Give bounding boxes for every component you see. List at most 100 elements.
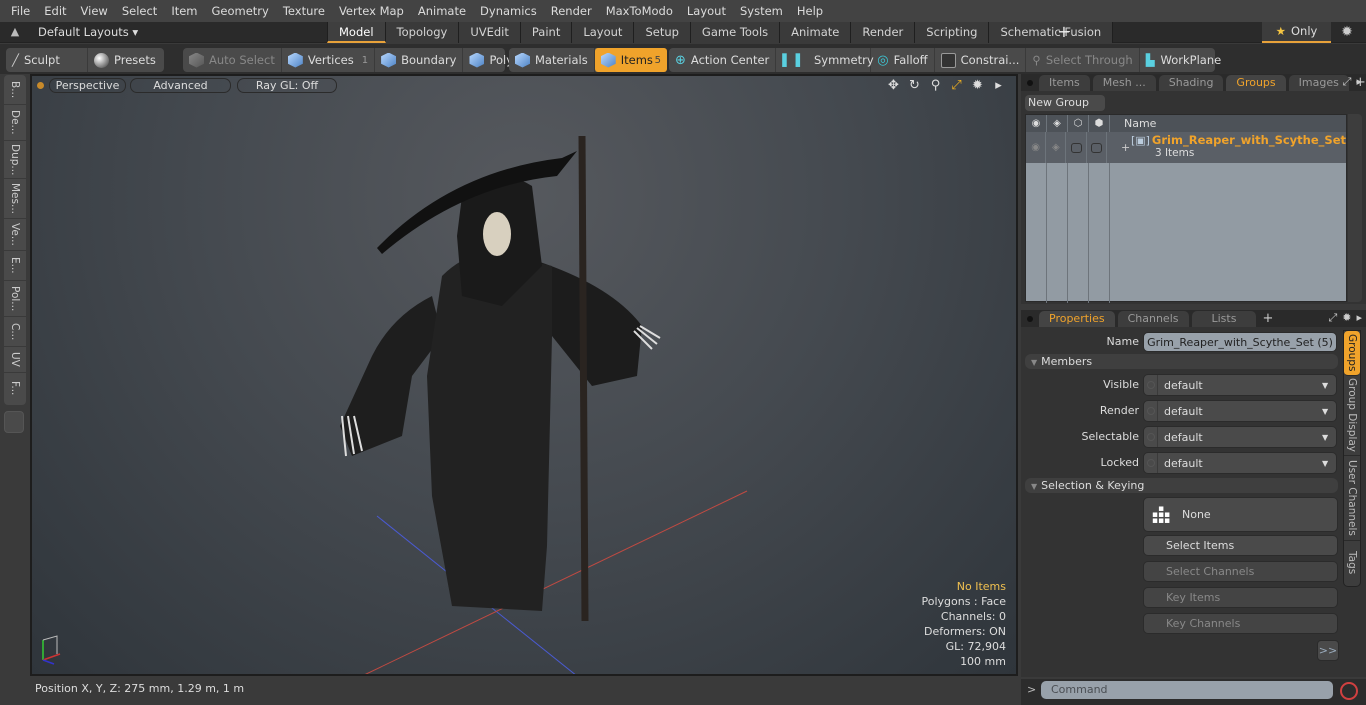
tab-uvedit[interactable]: UVEdit <box>459 22 521 43</box>
tab-schematic-fusion[interactable]: Schematic Fusion <box>989 22 1114 43</box>
tab-scripting[interactable]: Scripting <box>915 22 990 43</box>
tab-paint[interactable]: Paint <box>520 22 573 43</box>
selection-keying-section[interactable]: ▼ Selection & Keying <box>1025 478 1338 493</box>
sculpt-button[interactable]: ╱ Sculpt <box>6 48 88 72</box>
tab-channels[interactable]: Channels <box>1117 311 1189 327</box>
left-tab-1[interactable]: B... <box>4 75 26 105</box>
presets-button[interactable]: Presets <box>88 48 162 72</box>
eye-icon[interactable]: ◉ <box>1026 115 1047 132</box>
side-tab-tags[interactable]: Tags <box>1344 541 1360 585</box>
tab-items[interactable]: Items <box>1039 75 1090 91</box>
menu-edit[interactable]: Edit <box>37 0 73 22</box>
constraints-button[interactable]: Constrai... <box>935 48 1027 72</box>
tab-setup[interactable]: Setup <box>634 22 691 43</box>
render-dropdown[interactable]: default ▼ <box>1143 400 1337 422</box>
menu-item[interactable]: Item <box>164 0 204 22</box>
layouts-dropdown[interactable]: Default Layouts ▾ <box>38 22 138 43</box>
menu-texture[interactable]: Texture <box>276 0 332 22</box>
lock-cube-icon[interactable]: ⬡ <box>1068 115 1089 132</box>
arrow-right-icon[interactable]: ▸ <box>1356 75 1362 89</box>
key-items-button[interactable]: Key Items <box>1143 587 1338 608</box>
left-tab-9[interactable]: UV <box>4 347 26 373</box>
name-field[interactable]: Grim_Reaper_with_Scythe_Set (5) <box>1143 332 1337 352</box>
gear-icon[interactable]: ✹ <box>1338 24 1356 42</box>
command-input[interactable]: Command <box>1041 681 1333 699</box>
menu-geometry[interactable]: Geometry <box>205 0 276 22</box>
visible-dropdown[interactable]: default ▼ <box>1143 374 1337 396</box>
record-icon[interactable] <box>1340 682 1358 700</box>
groups-scrollbar[interactable] <box>1348 114 1362 302</box>
only-button[interactable]: ★ Only <box>1262 22 1331 43</box>
locked-dropdown[interactable]: default ▼ <box>1143 452 1337 474</box>
left-tab-4[interactable]: Mes... <box>4 179 26 219</box>
left-tab-5[interactable]: Ve... <box>4 219 26 251</box>
menu-dynamics[interactable]: Dynamics <box>473 0 544 22</box>
tab-model[interactable]: Model <box>327 22 386 43</box>
tab-topology[interactable]: Topology <box>385 22 460 43</box>
left-tab-8[interactable]: C... <box>4 317 26 347</box>
left-tab-6[interactable]: E... <box>4 251 26 281</box>
name-column-header[interactable]: Name <box>1110 115 1156 132</box>
selectable-dropdown[interactable]: default ▼ <box>1143 426 1337 448</box>
row-render-icon[interactable]: ◈ <box>1046 132 1067 163</box>
select-through-button[interactable]: ⚲ Select Through <box>1026 48 1140 72</box>
arrow-right-icon[interactable]: ▸ <box>1356 311 1362 325</box>
collapse-arrow-icon[interactable]: ▲ <box>8 25 22 39</box>
expand-plus-icon[interactable]: + <box>1121 141 1130 154</box>
side-tab-groups[interactable]: Groups <box>1344 331 1360 376</box>
left-tab-2[interactable]: De... <box>4 105 26 141</box>
tab-shading[interactable]: Shading <box>1158 75 1224 91</box>
select-cube-icon[interactable]: ⬢ <box>1089 115 1110 132</box>
hierarchy-none-button[interactable]: ▪ ▪▪▪ ▪▪▪ None <box>1143 497 1338 532</box>
menu-file[interactable]: File <box>4 0 37 22</box>
table-row[interactable]: ◉ ◈ + [▣] Grim_Reaper_with_Scythe_Set 3 I… <box>1026 132 1346 163</box>
expand-icon[interactable]: ⤢ <box>1343 75 1352 89</box>
add-tab-icon[interactable]: + <box>1262 311 1273 327</box>
add-tab-button[interactable]: + <box>1057 22 1071 43</box>
left-extra-tab[interactable] <box>4 411 24 433</box>
tab-mesh[interactable]: Mesh ... <box>1092 75 1156 91</box>
vertices-button[interactable]: Vertices 1 <box>282 48 376 72</box>
new-group-button[interactable]: New Group <box>1025 95 1105 111</box>
menu-vertex-map[interactable]: Vertex Map <box>332 0 411 22</box>
panel-menu-dot[interactable] <box>1027 80 1033 86</box>
auto-select-button[interactable]: Auto Select <box>183 48 282 72</box>
key-channels-button[interactable]: Key Channels <box>1143 613 1338 634</box>
tab-properties[interactable]: Properties <box>1039 311 1115 327</box>
3d-viewport[interactable]: Perspective Advanced Ray GL: Off ✥ ↻ ⚲ ⤢… <box>30 74 1018 676</box>
workplane-button[interactable]: ▙ WorkPlane <box>1140 48 1228 72</box>
menu-view[interactable]: View <box>74 0 115 22</box>
render-icon[interactable]: ◈ <box>1047 115 1068 132</box>
menu-system[interactable]: System <box>733 0 790 22</box>
select-channels-button[interactable]: Select Channels <box>1143 561 1338 582</box>
group-entry[interactable]: + [▣] Grim_Reaper_with_Scythe_Set 3 Items <box>1107 132 1346 163</box>
row-lock-toggle[interactable] <box>1066 132 1087 163</box>
select-items-button[interactable]: Select Items <box>1143 535 1338 556</box>
menu-layout[interactable]: Layout <box>680 0 733 22</box>
menu-maxtomodo[interactable]: MaxToModo <box>599 0 680 22</box>
tab-game-tools[interactable]: Game Tools <box>690 22 781 43</box>
panel-menu-dot[interactable] <box>1027 316 1033 322</box>
more-button[interactable]: >> <box>1317 640 1339 661</box>
side-tab-group-display[interactable]: Group Display <box>1344 376 1360 456</box>
left-tab-3[interactable]: Dup... <box>4 141 26 179</box>
boundary-button[interactable]: Boundary <box>375 48 464 72</box>
tab-images[interactable]: Images <box>1288 75 1349 91</box>
menu-animate[interactable]: Animate <box>411 0 473 22</box>
items-button[interactable]: Items 5 <box>594 48 667 72</box>
row-eye-icon[interactable]: ◉ <box>1026 132 1047 163</box>
row-select-toggle[interactable] <box>1087 132 1107 163</box>
left-tab-7[interactable]: Pol... <box>4 281 26 317</box>
left-tab-10[interactable]: F... <box>4 373 26 403</box>
tab-animate[interactable]: Animate <box>780 22 852 43</box>
action-center-button[interactable]: ⊕ Action Center <box>669 48 777 72</box>
expand-icon[interactable]: ⤢ <box>1328 311 1337 325</box>
tab-render[interactable]: Render <box>851 22 916 43</box>
side-tab-user-channels[interactable]: User Channels <box>1344 456 1360 541</box>
gear-icon[interactable]: ✹ <box>1342 311 1351 325</box>
tab-lists[interactable]: Lists <box>1191 311 1257 327</box>
menu-select[interactable]: Select <box>115 0 164 22</box>
tab-groups[interactable]: Groups <box>1226 75 1286 91</box>
materials-button[interactable]: Materials <box>509 48 595 72</box>
members-section[interactable]: ▼ Members <box>1025 354 1338 369</box>
